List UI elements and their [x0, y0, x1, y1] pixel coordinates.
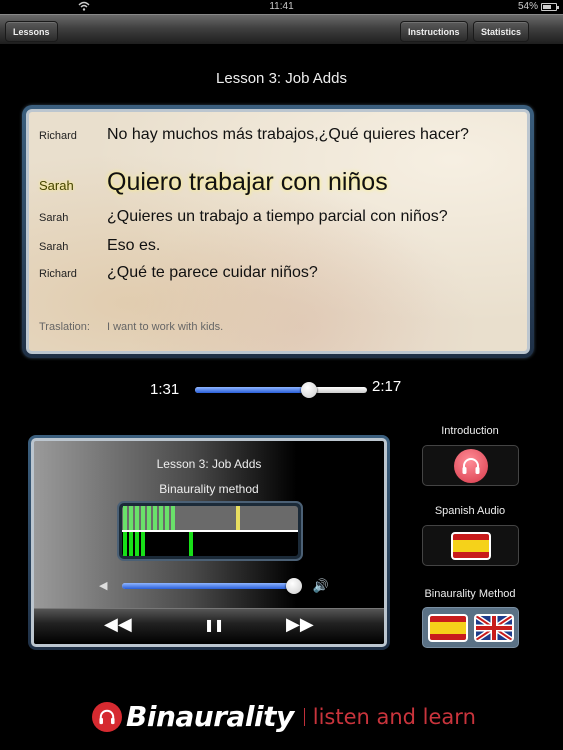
brand-logo: Binaurality listen and learn: [92, 700, 476, 733]
meter-bar: [147, 506, 151, 530]
introduction-button[interactable]: [422, 445, 519, 486]
progress-thumb[interactable]: [301, 382, 318, 398]
player-method: Binaurality method: [159, 482, 259, 496]
meter-bar: [135, 532, 139, 556]
meter-bar: [123, 506, 127, 530]
progress-slider[interactable]: [195, 382, 367, 398]
fast-forward-button[interactable]: ▶▶: [286, 614, 314, 635]
status-bar: 11:41 54%: [0, 0, 563, 14]
logo-headphones-icon: [92, 701, 122, 732]
binaurality-method-label: Binaurality Method: [424, 588, 516, 600]
player-body: Lesson 3: Job Adds Binaurality method ◀ …: [31, 438, 387, 647]
volume-control: ◀ 🔊: [99, 577, 329, 595]
translation-label: Traslation:: [39, 321, 90, 333]
spain-flag-icon: [427, 613, 468, 642]
utterance-text: Quiero trabajar con niños: [107, 168, 388, 196]
brand-tagline: listen and learn: [312, 704, 476, 729]
battery-indicator: 54%: [517, 1, 559, 12]
clock: 11:41: [269, 1, 294, 12]
volume-thumb[interactable]: [286, 578, 302, 594]
speaker-name: Sarah: [39, 241, 69, 253]
headphones-icon: [453, 448, 488, 483]
utterance-text: ¿Quieres un trabajo a tiempo parcial con…: [107, 208, 448, 225]
transcript-line[interactable]: Richard No hay muchos más trabajos,¿Qué …: [39, 126, 517, 144]
binaurality-method-button[interactable]: [422, 607, 519, 648]
meter-bar: [171, 506, 175, 530]
utterance-text: No hay muchos más trabajos,¿Qué quieres …: [107, 126, 469, 143]
meter-peak: [188, 532, 193, 556]
introduction-label: Introduction: [441, 425, 499, 437]
meter-bar: [135, 506, 139, 530]
transcript-paper: Richard No hay muchos más trabajos,¿Qué …: [26, 109, 530, 354]
meter-bar: [141, 532, 145, 556]
total-time: 2:17: [372, 378, 402, 395]
player-panel: Lesson 3: Job Adds Binaurality method ◀ …: [28, 435, 390, 650]
playback-progress: 1:31 2:17: [150, 378, 410, 400]
lessons-button[interactable]: Lessons: [5, 21, 58, 42]
pause-icon: ❚❚: [204, 618, 225, 632]
meter-channel-bottom: [122, 532, 298, 556]
current-time: 1:31: [150, 381, 180, 398]
meter-bar: [141, 506, 145, 530]
speaker-name: Sarah: [39, 212, 69, 224]
meter-bar: [153, 506, 157, 530]
transport-bar: ◀◀ ❚❚ ▶▶: [34, 608, 384, 644]
meter-channel-top: [122, 506, 298, 530]
progress-fill: [195, 387, 310, 393]
utterance-text: Eso es.: [107, 237, 161, 254]
logo-divider: [303, 707, 305, 726]
toolbar: Lessons Instructions Statistics: [0, 14, 563, 44]
transcript-line[interactable]: Richard ¿Qué te parece cuidar niños?: [39, 264, 517, 282]
rewind-icon: ◀◀: [104, 614, 132, 634]
uk-flag-icon: [473, 613, 514, 642]
speaker-name: Richard: [39, 130, 77, 142]
utterance-text: ¿Qué te parece cuidar niños?: [107, 264, 318, 281]
transcript-line[interactable]: Sarah ¿Quieres un trabajo a tiempo parci…: [39, 208, 517, 226]
brand-name: Binaurality: [126, 700, 294, 733]
battery-icon: [541, 2, 559, 11]
volume-slider[interactable]: [122, 578, 302, 594]
fast-forward-icon: ▶▶: [286, 614, 314, 634]
translation-row: Traslation: I want to work with kids.: [39, 321, 223, 333]
spanish-audio-label: Spanish Audio: [434, 505, 506, 517]
instructions-button[interactable]: Instructions: [400, 21, 468, 42]
transcript-line[interactable]: Sarah Eso es.: [39, 237, 517, 255]
meter-bar: [159, 506, 163, 530]
transcript-line-active[interactable]: Sarah Quiero trabajar con niños: [39, 168, 517, 197]
transcript-panel: Richard No hay muchos más trabajos,¿Qué …: [22, 105, 534, 358]
translation-text: I want to work with kids.: [107, 321, 224, 333]
spanish-audio-button[interactable]: [422, 525, 519, 566]
battery-percent: 54%: [517, 1, 538, 12]
rewind-button[interactable]: ◀◀: [104, 614, 132, 635]
meter-bar: [123, 532, 127, 556]
player-title: Lesson 3: Job Adds: [156, 457, 262, 471]
speaker-high-icon: 🔊: [312, 578, 329, 593]
volume-fill: [122, 583, 294, 589]
spain-flag-icon: [450, 531, 491, 560]
meter-peak: [236, 506, 241, 530]
meter-bar: [165, 506, 169, 530]
speaker-name: Richard: [39, 268, 77, 280]
meter-bar: [129, 506, 133, 530]
audio-level-meter: [117, 501, 303, 561]
lesson-title: Lesson 3: Job Adds: [216, 70, 347, 87]
pause-button[interactable]: ❚❚: [204, 618, 224, 632]
speaker-name: Sarah: [39, 178, 74, 193]
meter-bar: [129, 532, 133, 556]
speaker-low-icon: ◀: [99, 580, 108, 592]
statistics-button[interactable]: Statistics: [473, 21, 530, 42]
